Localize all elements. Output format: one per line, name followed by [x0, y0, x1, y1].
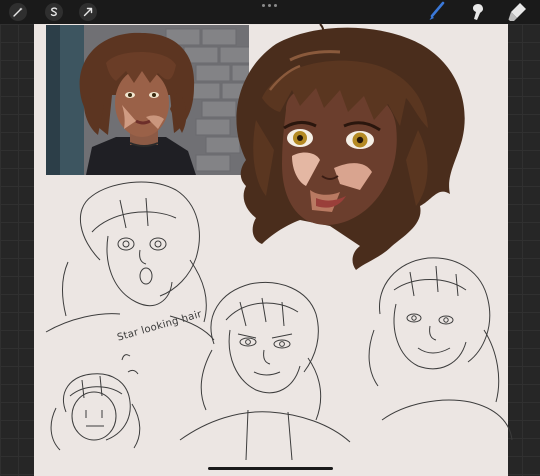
brush-icon[interactable]: [426, 1, 446, 23]
top-toolbar: [0, 0, 540, 24]
transform-icon[interactable]: [79, 3, 97, 21]
adjustments-icon[interactable]: [9, 3, 27, 21]
eraser-icon[interactable]: [508, 1, 528, 23]
reference-image: [46, 25, 249, 175]
selection-icon[interactable]: [45, 3, 63, 21]
more-options-icon[interactable]: [262, 4, 277, 7]
smudge-icon[interactable]: [468, 1, 488, 23]
home-indicator[interactable]: [208, 467, 333, 470]
